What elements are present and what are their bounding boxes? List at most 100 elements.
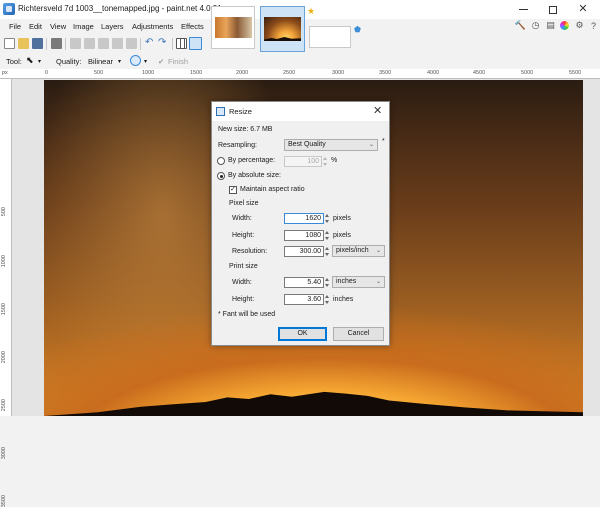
- print-width-unit-dropdown[interactable]: inches ⌄: [332, 276, 385, 288]
- tool-label: Tool:: [6, 57, 22, 66]
- pixel-height-input[interactable]: 1080: [284, 230, 324, 241]
- ruler-label: 2000: [1, 351, 7, 364]
- selection-mode-icon[interactable]: [130, 55, 141, 66]
- percent-sign-label: %: [331, 157, 338, 164]
- copy-icon[interactable]: [84, 38, 95, 49]
- print-width-spinner[interactable]: [325, 277, 330, 288]
- unsaved-star-icon: ★: [307, 6, 316, 16]
- menu-edit[interactable]: Edit: [29, 22, 42, 31]
- percentage-spinner[interactable]: [323, 156, 328, 167]
- pixel-height-spinner[interactable]: [325, 230, 330, 241]
- ruler-label: 4000: [427, 70, 440, 76]
- chevron-down-icon: ⌄: [375, 248, 381, 254]
- pixel-width-input[interactable]: 1620: [284, 213, 324, 224]
- open-folder-icon[interactable]: [18, 38, 29, 49]
- deselect-icon[interactable]: [126, 38, 137, 49]
- menu-file[interactable]: File: [9, 22, 21, 31]
- layers-window-icon[interactable]: ▤: [545, 20, 556, 31]
- ruler-label: 2000: [236, 70, 249, 76]
- image-thumbnail: [264, 17, 301, 41]
- resolution-spinner[interactable]: [325, 246, 330, 257]
- selection-mode-dropdown-icon[interactable]: ▾: [144, 58, 147, 65]
- resampling-footnote: * Fant will be used: [218, 311, 276, 318]
- image-tab-1[interactable]: [211, 6, 255, 49]
- print-height-input[interactable]: 3.60: [284, 294, 324, 305]
- quality-dropdown-arrow-icon[interactable]: ▾: [118, 58, 121, 65]
- undo-icon[interactable]: ↶: [145, 38, 156, 49]
- tool-dropdown-icon[interactable]: ▾: [38, 58, 41, 65]
- resampling-value: Best Quality: [288, 141, 326, 148]
- image-tab-2-active[interactable]: [260, 6, 305, 52]
- image-tab-3[interactable]: [309, 26, 351, 48]
- menu-effects[interactable]: Effects: [181, 22, 204, 31]
- ruler-label: 3000: [1, 447, 7, 460]
- ruler-label: 2500: [1, 399, 7, 412]
- tool-options-bar: Tool: ⬉ ▾ Quality: Bilinear ▾ ▾ ✔ Finish: [0, 54, 600, 68]
- close-icon: ✕: [578, 3, 588, 15]
- menu-view[interactable]: View: [50, 22, 66, 31]
- window-title: Richtersveld 7d 1003__tonemapped.jpg - p…: [18, 4, 222, 13]
- by-absolute-size-label: By absolute size:: [228, 172, 281, 179]
- print-width-input[interactable]: 5.40: [284, 277, 324, 288]
- print-size-heading: Print size: [229, 263, 258, 270]
- menu-adjustments[interactable]: Adjustments: [132, 22, 173, 31]
- by-percentage-radio[interactable]: [217, 157, 225, 165]
- finish-button[interactable]: Finish: [168, 57, 188, 66]
- grid-icon[interactable]: [176, 38, 187, 49]
- settings-gear-icon[interactable]: ⚙: [574, 20, 585, 31]
- finish-check-icon: ✔: [158, 57, 165, 66]
- crop-icon[interactable]: [112, 38, 123, 49]
- ruler-unit-label: px: [2, 70, 8, 76]
- horizontal-ruler: px 0 500 1000 1500 2000 2500 3000 3500 4…: [0, 69, 600, 79]
- dialog-titlebar: Resize ✕: [212, 102, 389, 121]
- move-tool-icon[interactable]: ⬉: [26, 55, 34, 66]
- help-icon[interactable]: ?: [588, 20, 599, 31]
- rulers-toggle-icon[interactable]: [189, 37, 202, 50]
- tools-window-icon[interactable]: 🔨: [515, 20, 526, 31]
- ruler-label: 1500: [1, 303, 7, 316]
- close-window-button[interactable]: ✕: [568, 0, 598, 19]
- resolution-input[interactable]: 300.00: [284, 246, 324, 257]
- quality-dropdown[interactable]: Bilinear: [88, 57, 113, 66]
- save-icon[interactable]: [32, 38, 43, 49]
- print-height-spinner[interactable]: [325, 294, 330, 305]
- print-icon[interactable]: [51, 38, 62, 49]
- ruler-label: 0: [45, 70, 49, 76]
- tab-dropdown-icon[interactable]: ⬟: [354, 25, 361, 34]
- resampling-dropdown[interactable]: Best Quality ⌄: [284, 139, 378, 151]
- ruler-label: 3000: [332, 70, 345, 76]
- print-height-label: Height:: [232, 296, 255, 303]
- cancel-button[interactable]: Cancel: [333, 327, 384, 341]
- percentage-input[interactable]: 100: [284, 156, 322, 167]
- by-absolute-size-radio[interactable]: [217, 172, 225, 180]
- pixel-width-spinner[interactable]: [325, 213, 330, 224]
- cut-icon[interactable]: [70, 38, 81, 49]
- chevron-down-icon: ⌄: [368, 142, 374, 148]
- dialog-title: Resize: [229, 107, 252, 116]
- resampling-marker: *: [382, 138, 385, 145]
- maintain-aspect-checkbox[interactable]: ✓: [229, 186, 237, 194]
- print-height-unit: inches: [333, 296, 354, 303]
- history-window-icon[interactable]: ◷: [530, 20, 541, 31]
- resize-icon: [216, 107, 225, 116]
- pixel-height-label: Height:: [232, 232, 255, 239]
- ruler-label: 500: [1, 207, 7, 217]
- minimize-button[interactable]: [508, 0, 538, 19]
- pixel-width-label: Width:: [232, 215, 252, 222]
- menu-image[interactable]: Image: [73, 22, 94, 31]
- paste-icon[interactable]: [98, 38, 109, 49]
- menu-layers[interactable]: Layers: [101, 22, 124, 31]
- ok-button[interactable]: OK: [278, 327, 327, 341]
- new-size-label: New size: 6.7 MB: [218, 126, 273, 133]
- print-width-label: Width:: [232, 279, 252, 286]
- colors-window-icon[interactable]: [559, 20, 570, 31]
- ruler-label: 3500: [379, 70, 392, 76]
- resolution-label: Resolution:: [232, 248, 268, 255]
- resolution-unit-dropdown[interactable]: pixels/inch ⌄: [332, 245, 385, 257]
- redo-icon[interactable]: ↷: [158, 38, 169, 49]
- resolution-unit-value: pixels/inch: [336, 247, 369, 254]
- maximize-button[interactable]: [538, 0, 568, 19]
- new-image-icon[interactable]: [4, 38, 15, 49]
- dialog-close-button[interactable]: ✕: [373, 104, 382, 117]
- main-toolbar: ↶ ↷: [0, 36, 211, 52]
